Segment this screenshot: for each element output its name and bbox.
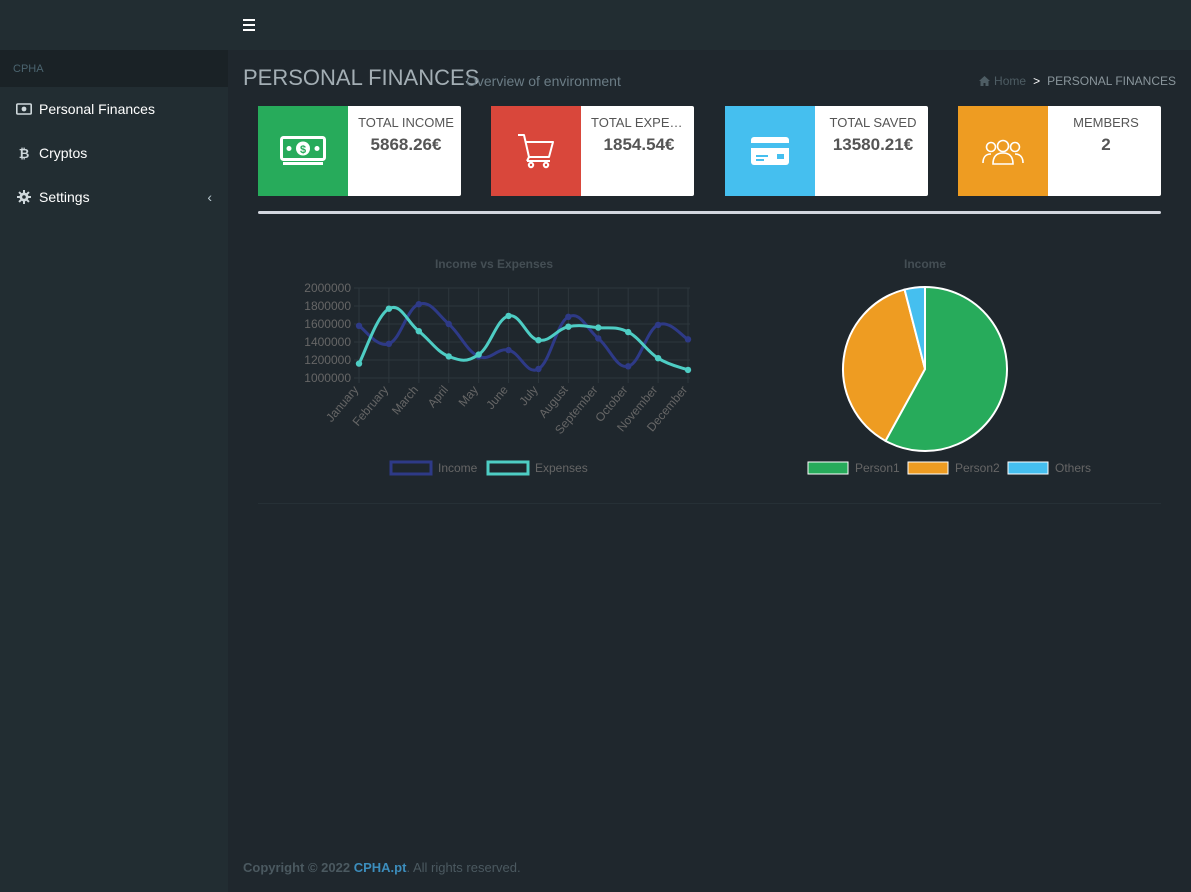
money-icon	[16, 101, 32, 117]
sidebar-item-label: Settings	[39, 189, 90, 205]
y-tick-label: 1400000	[304, 335, 351, 349]
footer-copyright: Copyright © 2022	[243, 860, 354, 875]
breadcrumb-current: PERSONAL FINANCES	[1047, 74, 1176, 88]
data-point-expenses	[475, 351, 482, 358]
data-point-expenses	[535, 337, 542, 344]
footer: Copyright © 2022 CPHA.pt. All rights res…	[243, 860, 521, 875]
legend-swatch	[1007, 461, 1049, 475]
sidebar-item-label: Cryptos	[39, 145, 88, 161]
data-point-expenses	[505, 312, 512, 320]
chart-title: Income	[904, 257, 946, 271]
breadcrumb-separator: >	[1033, 74, 1041, 88]
stat-value: 13580.21€	[832, 135, 914, 154]
chevron-left-icon[interactable]: ‹	[207, 189, 212, 205]
cart-icon	[518, 134, 554, 169]
stat-value: 2	[1101, 135, 1111, 154]
credit-card-icon	[751, 137, 789, 165]
x-tick-label: June	[483, 383, 511, 412]
data-point-income	[385, 340, 393, 347]
home-icon	[979, 76, 991, 86]
chart-title: Income vs Expenses	[435, 257, 553, 271]
y-tick-label: 1000000	[304, 371, 351, 385]
x-tick-label: March	[389, 383, 421, 418]
legend-label: Expenses	[535, 461, 588, 475]
sidebar-item-label: Personal Finances	[39, 101, 155, 117]
main-content: PERSONAL FINANCES Overview of environmen…	[228, 50, 1191, 892]
menu-toggle-icon[interactable]	[243, 19, 255, 31]
sidebar-item-personal-finances[interactable]: Personal Finances	[0, 87, 228, 131]
data-point-expenses	[595, 324, 602, 331]
sidebar: CPHA Personal Finances ₿ Cryptos Setting…	[0, 50, 228, 892]
y-tick-label: 1800000	[304, 299, 351, 313]
bitcoin-icon: ₿	[18, 145, 30, 161]
data-point-expenses	[654, 355, 662, 362]
data-point-expenses	[415, 328, 423, 335]
data-point-income	[595, 335, 602, 342]
money-bill-icon: $	[280, 136, 326, 165]
legend-swatch	[486, 460, 530, 476]
stat-label: TOTAL INCOME	[358, 115, 454, 130]
data-point-income	[565, 313, 572, 320]
data-point-expenses	[445, 353, 452, 360]
stat-label: TOTAL SAVED	[829, 115, 917, 130]
y-tick-label: 1200000	[304, 353, 351, 367]
data-point-expenses	[355, 360, 363, 367]
legend-swatch	[389, 460, 433, 476]
x-tick-label: April	[425, 383, 451, 410]
footer-rights: . All rights reserved.	[406, 860, 521, 875]
legend-swatch	[807, 461, 849, 475]
stat-icon-bg	[958, 106, 1048, 196]
data-point-income	[355, 322, 363, 329]
y-tick-label: 2000000	[304, 281, 351, 295]
income-vs-expenses-chart: Income vs Expenses 2000000 1800000 1600000 1…	[304, 257, 692, 476]
income-pie-chart: Income Person1 Person2 Others	[807, 257, 1091, 475]
legend-label: Person2	[955, 461, 1000, 475]
stat-icon-bg	[725, 106, 815, 196]
data-point-expenses	[565, 323, 572, 330]
stat-label: MEMBERS	[1073, 115, 1139, 130]
gear-icon	[16, 189, 32, 205]
charts-panel: Income vs Expenses 2000000 1800000 1600000 1…	[258, 214, 1161, 504]
breadcrumb-home[interactable]: Home	[979, 74, 1026, 88]
legend-swatch	[907, 461, 949, 475]
stat-box-total-income: $ TOTAL INCOME 5868.26€	[258, 106, 461, 196]
data-point-income	[654, 321, 662, 329]
stat-label: TOTAL EXPENSES	[591, 115, 687, 130]
top-navbar	[0, 0, 1191, 50]
legend-label: Income	[438, 461, 478, 475]
legend-label: Others	[1055, 461, 1091, 475]
sidebar-item-settings[interactable]: Settings ‹	[0, 175, 228, 219]
stat-box-total-saved: TOTAL SAVED 13580.21€	[725, 106, 928, 196]
x-tick-label: July	[516, 383, 540, 408]
sidebar-item-cryptos[interactable]: ₿ Cryptos	[0, 131, 228, 175]
y-tick-label: 1600000	[304, 317, 351, 331]
data-point-income	[535, 365, 542, 373]
page-subtitle: Overview of environment	[466, 73, 621, 89]
svg-text:$: $	[300, 144, 306, 156]
data-point-income	[445, 320, 452, 328]
page-title: PERSONAL FINANCES	[243, 65, 480, 90]
stat-box-members: MEMBERS 2	[958, 106, 1161, 196]
data-point-expenses	[624, 328, 632, 336]
legend-label: Person1	[855, 461, 900, 475]
data-point-income	[624, 363, 632, 370]
x-tick-label: May	[456, 383, 481, 409]
sidebar-header: CPHA	[0, 50, 228, 87]
stat-icon-bg: $	[258, 106, 348, 196]
stat-value: 1854.54€	[603, 135, 675, 154]
data-point-expenses	[684, 366, 692, 374]
stat-value: 5868.26€	[370, 135, 442, 154]
stat-icon-bg	[491, 106, 581, 196]
data-point-income	[505, 346, 512, 354]
data-point-income	[415, 301, 423, 308]
stat-box-total-expenses: TOTAL EXPENSES 1854.54€	[491, 106, 694, 196]
users-icon	[982, 139, 1024, 165]
breadcrumb: Home > PERSONAL FINANCES	[979, 74, 1176, 88]
data-point-expenses	[385, 305, 393, 312]
footer-brand-link[interactable]: CPHA.pt	[354, 860, 407, 875]
data-point-income	[684, 336, 692, 343]
